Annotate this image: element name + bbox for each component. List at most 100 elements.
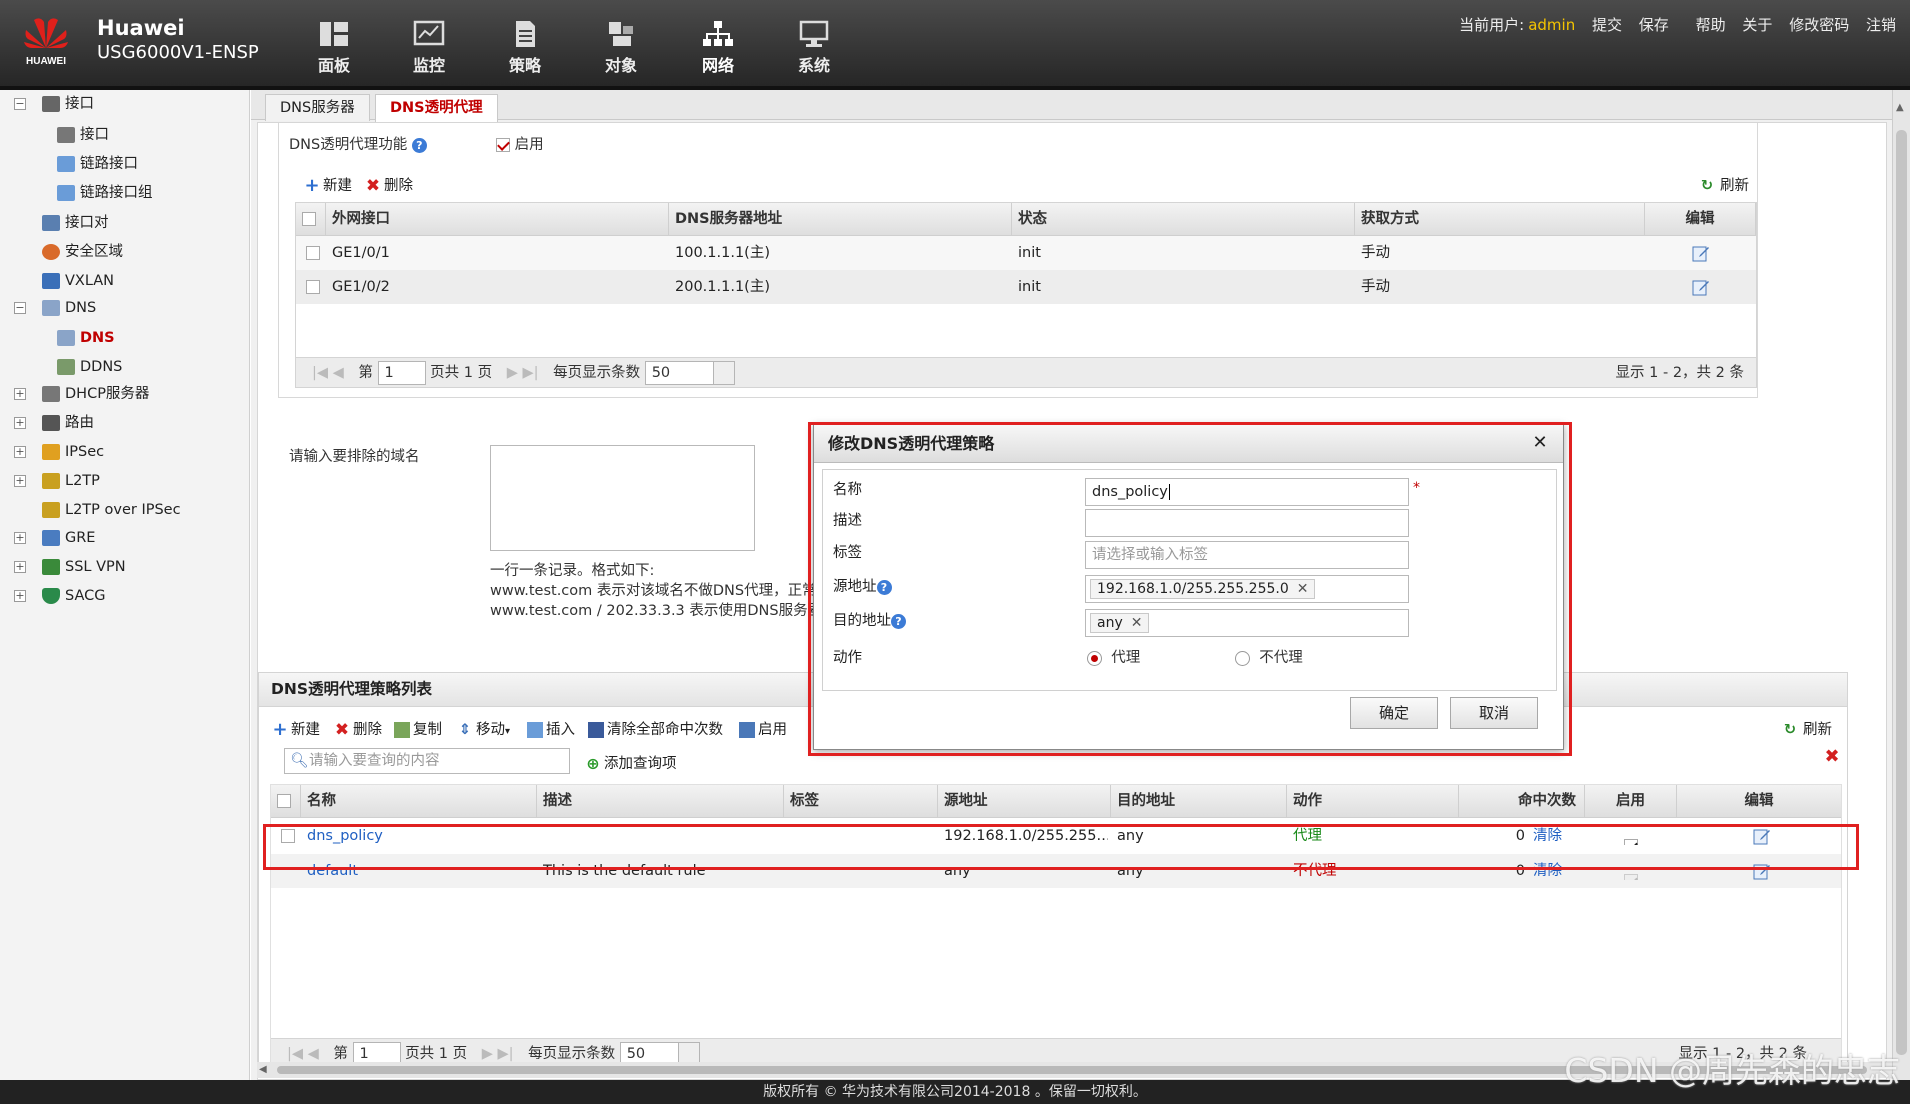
expand-icon[interactable]: + [14, 417, 26, 429]
clear-hits-link[interactable]: 清除 [1533, 819, 1562, 853]
sidebar-item-route[interactable]: + 路由 [14, 411, 94, 435]
help-link[interactable]: 帮助 [1696, 16, 1726, 34]
close-icon[interactable]: ✕ [1531, 434, 1549, 452]
table-row[interactable]: GE1/0/2 200.1.1.1(主) init 手动 [296, 270, 1756, 304]
tab-dns-server[interactable]: DNS服务器 [265, 94, 370, 121]
action-noproxy-radio[interactable] [1235, 650, 1250, 666]
copy-policy-button[interactable]: 复制 [394, 718, 442, 739]
scrollbar-thumb[interactable] [1896, 130, 1907, 1055]
collapse-icon[interactable]: − [14, 98, 26, 110]
move-policy-button[interactable]: ⇕ 移动▾ [457, 718, 510, 739]
expand-icon[interactable]: + [14, 475, 26, 487]
nav-object[interactable]: 对象 [586, 20, 656, 80]
help-icon[interactable]: ? [411, 137, 427, 153]
policy-enabled-checkbox[interactable] [1624, 839, 1638, 845]
sidebar-item-l2tp-over-ipsec[interactable]: L2TP over IPSec [42, 498, 181, 522]
logout-link[interactable]: 注销 [1866, 16, 1896, 34]
sidebar-item-link-interface-group[interactable]: 链路接口组 [57, 181, 153, 205]
policy-name-link[interactable]: default [307, 854, 358, 888]
col-action[interactable]: 动作 [1287, 785, 1459, 818]
policy-name-link[interactable]: dns_policy [307, 819, 383, 853]
action-proxy-radio[interactable] [1087, 650, 1102, 666]
edit-icon[interactable] [1753, 862, 1771, 896]
sidebar-item-ssl-vpn[interactable]: + SSL VPN [14, 555, 126, 579]
proxy-enable-toggle[interactable]: 启用 [496, 133, 544, 154]
expand-icon[interactable]: + [14, 590, 26, 602]
save-link[interactable]: 保存 [1639, 16, 1669, 34]
about-link[interactable]: 关于 [1742, 16, 1772, 34]
page-number-input[interactable]: 1 [377, 361, 426, 385]
sidebar-item-security-zone[interactable]: 安全区域 [42, 240, 123, 264]
sidebar-item-interface[interactable]: − 接口 [14, 92, 94, 116]
select-all-checkbox[interactable] [302, 212, 316, 226]
nav-monitor[interactable]: 监控 [394, 20, 464, 80]
row-checkbox[interactable] [306, 246, 320, 260]
first-page-icon[interactable]: |◀ ◀ [287, 1046, 319, 1062]
new-interface-button[interactable]: + 新建 [304, 174, 352, 195]
last-page-icon[interactable]: ▶ ▶| [482, 1046, 514, 1062]
destination-address-input[interactable]: any ✕ [1085, 609, 1409, 637]
col-acquire-mode[interactable]: 获取方式 [1355, 203, 1645, 236]
sidebar-item-dhcp[interactable]: + DHCP服务器 [14, 382, 149, 406]
delete-interface-button[interactable]: ✖ 删除 [365, 174, 413, 195]
sidebar-item-sacg[interactable]: + SACG [14, 584, 106, 608]
action-proxy-option[interactable]: 代理 [1087, 646, 1140, 667]
remove-tag-icon[interactable]: ✕ [1297, 581, 1309, 597]
col-dns-server[interactable]: DNS服务器地址 [669, 203, 1012, 236]
enable-policy-button[interactable]: 启用 [739, 718, 787, 739]
col-tag[interactable]: 标签 [784, 785, 938, 818]
col-hits[interactable]: 命中次数 [1459, 785, 1585, 818]
action-noproxy-option[interactable]: 不代理 [1235, 646, 1303, 667]
col-name[interactable]: 名称 [301, 785, 537, 818]
col-source[interactable]: 源地址 [938, 785, 1111, 818]
proxy-enable-checkbox[interactable] [496, 138, 510, 152]
col-description[interactable]: 描述 [537, 785, 784, 818]
select-all-checkbox[interactable] [277, 794, 291, 808]
ok-button[interactable]: 确定 [1350, 697, 1438, 729]
sidebar-item-vxlan[interactable]: VXLAN [42, 269, 114, 293]
last-page-icon[interactable]: ▶ ▶| [507, 365, 539, 381]
new-policy-button[interactable]: + 新建 [272, 718, 320, 739]
nav-system[interactable]: 系统 [779, 20, 849, 80]
source-address-input[interactable]: 192.168.1.0/255.255.255.0 ✕ [1085, 575, 1409, 603]
expand-icon[interactable]: + [14, 532, 26, 544]
table-row[interactable]: default This is the default rule any any… [271, 854, 1841, 888]
change-password-link[interactable]: 修改密码 [1789, 16, 1849, 34]
help-icon[interactable]: ? [876, 579, 892, 595]
close-search-icon[interactable]: ✖ [1823, 748, 1841, 767]
first-page-icon[interactable]: |◀ ◀ [312, 365, 344, 381]
delete-policy-button[interactable]: ✖ 删除 [334, 718, 382, 739]
scroll-up-icon[interactable]: ▲ [1896, 102, 1904, 113]
sidebar-item-gre[interactable]: + GRE [14, 526, 95, 550]
tag-input[interactable]: 请选择或输入标签 [1085, 541, 1409, 569]
edit-icon[interactable] [1692, 278, 1710, 312]
col-external-interface[interactable]: 外网接口 [326, 203, 669, 236]
sidebar-item-l2tp[interactable]: + L2TP [14, 469, 100, 493]
exclude-domain-textarea[interactable] [490, 445, 755, 551]
refresh-interface-button[interactable]: ↻ 刷新 [1701, 174, 1749, 195]
table-row[interactable]: dns_policy 192.168.1.0/255.255.… any 代理 … [271, 819, 1841, 853]
sidebar-item-link-interface[interactable]: 链路接口 [57, 152, 138, 176]
clear-hits-link[interactable]: 清除 [1533, 854, 1562, 888]
vertical-scrollbar[interactable]: ▲ [1892, 90, 1910, 1080]
nav-network[interactable]: 网络 [683, 20, 753, 80]
table-row[interactable]: GE1/0/1 100.1.1.1(主) init 手动 [296, 236, 1756, 270]
help-icon[interactable]: ? [891, 613, 906, 629]
sidebar-item-dns-selected[interactable]: DNS [57, 326, 115, 350]
add-query-button[interactable]: ⊕ 添加查询项 [585, 752, 676, 773]
insert-policy-button[interactable]: 插入 [527, 718, 575, 739]
sidebar-item-interface-pair[interactable]: 接口对 [42, 211, 109, 235]
per-page-select[interactable]: 50 [644, 361, 735, 385]
collapse-icon[interactable]: − [14, 302, 26, 314]
expand-icon[interactable]: + [14, 561, 26, 573]
remove-tag-icon[interactable]: ✕ [1131, 615, 1143, 631]
col-destination[interactable]: 目的地址 [1111, 785, 1287, 818]
scroll-left-icon[interactable]: ◀ [259, 1064, 267, 1075]
submit-link[interactable]: 提交 [1592, 16, 1622, 34]
sidebar-item-ddns[interactable]: DDNS [57, 355, 122, 379]
cancel-button[interactable]: 取消 [1450, 697, 1538, 729]
description-input[interactable] [1085, 509, 1409, 537]
row-checkbox[interactable] [306, 280, 320, 294]
policy-name-input[interactable]: dns_policy [1085, 478, 1409, 506]
sidebar-item-ipsec[interactable]: + IPSec [14, 440, 104, 464]
